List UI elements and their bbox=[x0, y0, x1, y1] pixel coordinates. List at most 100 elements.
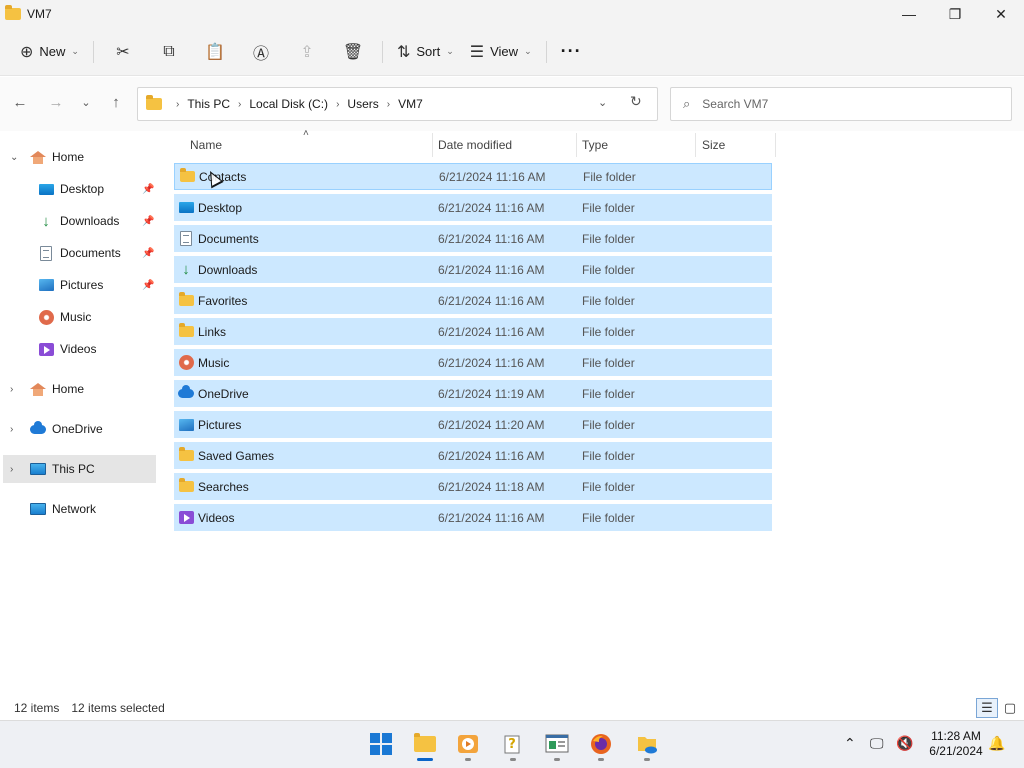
nav-this-pc[interactable]: › This PC bbox=[3, 455, 156, 483]
nav-label: Pictures bbox=[60, 278, 104, 292]
nav-home[interactable]: ⌄ Home bbox=[0, 143, 170, 171]
forward-button[interactable]: → bbox=[44, 90, 68, 114]
column-header-name[interactable]: Name bbox=[190, 131, 430, 159]
large-icons-view-button[interactable]: ▢ bbox=[999, 698, 1021, 718]
close-button[interactable]: ✕ bbox=[978, 0, 1024, 28]
file-date: 6/21/2024 11:16 AM bbox=[438, 355, 545, 370]
arrow-right-icon: → bbox=[48, 93, 64, 111]
file-row[interactable]: Desktop 6/21/2024 11:16 AM File folder bbox=[174, 194, 772, 221]
recent-locations-button[interactable]: ⌄ bbox=[74, 90, 98, 114]
up-button[interactable]: ↑ bbox=[104, 90, 128, 114]
onedrive-icon bbox=[178, 385, 194, 402]
breadcrumb-local-disk[interactable]: Local Disk (C:) bbox=[249, 97, 328, 111]
file-row[interactable]: ↓ Downloads 6/21/2024 11:16 AM File fold… bbox=[174, 256, 772, 283]
file-row[interactable]: OneDrive 6/21/2024 11:19 AM File folder bbox=[174, 380, 772, 407]
delete-button[interactable]: 🗑 bbox=[330, 36, 376, 68]
network-status-icon[interactable]: 🖵 bbox=[870, 735, 884, 752]
column-header-date[interactable]: Date modified bbox=[438, 131, 574, 159]
music-icon bbox=[38, 309, 54, 325]
file-name: Music bbox=[198, 355, 230, 370]
home-icon bbox=[30, 149, 46, 165]
file-date: 6/21/2024 11:16 AM bbox=[438, 510, 545, 525]
scissors-icon: ✂ bbox=[116, 43, 130, 61]
nav-network[interactable]: Network bbox=[0, 495, 160, 523]
more-options-button[interactable]: ··· bbox=[553, 36, 590, 68]
volume-muted-icon[interactable]: 🔇 bbox=[896, 735, 913, 752]
address-bar[interactable]: › This PC › Local Disk (C:) › Users › VM… bbox=[137, 87, 658, 121]
nav-desktop[interactable]: Desktop 📌 bbox=[0, 175, 160, 203]
nav-onedrive[interactable]: › OneDrive bbox=[0, 415, 160, 443]
pin-icon: 📌 bbox=[142, 215, 155, 227]
search-input[interactable]: Search VM7 bbox=[702, 97, 768, 111]
media-player-icon bbox=[458, 735, 478, 753]
taskbar-media-player[interactable] bbox=[452, 728, 484, 761]
nav-music[interactable]: Music bbox=[0, 303, 160, 331]
paste-button[interactable]: 📋 bbox=[192, 36, 238, 68]
back-button[interactable]: ← bbox=[8, 90, 32, 114]
file-type: File folder bbox=[582, 448, 635, 463]
nav-documents[interactable]: Documents 📌 bbox=[0, 239, 160, 267]
file-name: Desktop bbox=[198, 200, 243, 215]
start-button[interactable] bbox=[365, 728, 397, 760]
copy-button[interactable]: ⧉ bbox=[146, 36, 192, 68]
new-button[interactable]: ⊕ New ⌄ bbox=[12, 36, 87, 68]
column-divider[interactable] bbox=[695, 133, 696, 157]
nav-pictures[interactable]: Pictures 📌 bbox=[0, 271, 160, 299]
taskbar-clock[interactable]: 11:28 AM 6/21/2024 bbox=[924, 729, 988, 759]
file-type: File folder bbox=[582, 417, 635, 432]
file-row[interactable]: Links 6/21/2024 11:16 AM File folder bbox=[174, 318, 772, 345]
view-button[interactable]: ☰ View ⌄ bbox=[462, 36, 540, 68]
notification-icon[interactable]: 🔔 bbox=[988, 735, 1005, 752]
svg-text:?: ? bbox=[508, 737, 516, 752]
folder-cloud-icon bbox=[638, 737, 657, 754]
maximize-button[interactable]: ❐ bbox=[932, 0, 978, 28]
refresh-button[interactable]: ↻ bbox=[630, 93, 642, 110]
breadcrumb-vm7[interactable]: VM7 bbox=[398, 97, 423, 111]
chevron-right-icon: › bbox=[10, 383, 14, 395]
nav-label: Network bbox=[52, 502, 97, 516]
nav-downloads[interactable]: ↓ Downloads 📌 bbox=[0, 207, 160, 235]
file-date: 6/21/2024 11:16 AM bbox=[439, 169, 546, 184]
file-row[interactable]: Contacts 6/21/2024 11:16 AM File folder bbox=[174, 163, 772, 190]
search-box[interactable]: ⌕ Search VM7 bbox=[670, 87, 1012, 121]
column-divider[interactable] bbox=[432, 133, 433, 157]
file-type: File folder bbox=[582, 355, 635, 370]
running-indicator bbox=[554, 758, 560, 761]
breadcrumb-this-pc[interactable]: This PC bbox=[187, 97, 230, 111]
taskbar-file-explorer[interactable] bbox=[409, 728, 441, 761]
file-row[interactable]: Music 6/21/2024 11:16 AM File folder bbox=[174, 349, 772, 376]
folder-icon bbox=[178, 292, 194, 309]
file-row[interactable]: Documents 6/21/2024 11:16 AM File folder bbox=[174, 225, 772, 252]
file-name: Searches bbox=[198, 479, 249, 494]
share-button[interactable]: ⇪ bbox=[284, 36, 330, 68]
file-name: Pictures bbox=[198, 417, 242, 432]
sort-button[interactable]: ⇅ Sort ⌄ bbox=[389, 36, 462, 68]
minimize-button[interactable]: — bbox=[886, 0, 932, 28]
nav-home-2[interactable]: › Home bbox=[0, 375, 160, 403]
column-divider[interactable] bbox=[775, 133, 776, 157]
chevron-up-icon[interactable]: ⌃ bbox=[844, 735, 856, 752]
column-divider[interactable] bbox=[576, 133, 577, 157]
taskbar-help-app[interactable]: ? bbox=[497, 728, 529, 761]
breadcrumb-users[interactable]: Users bbox=[347, 97, 378, 111]
taskbar-onedrive-folder[interactable] bbox=[631, 728, 663, 761]
taskbar-firefox[interactable] bbox=[585, 728, 617, 761]
taskbar-remote-desktop[interactable] bbox=[541, 728, 573, 761]
address-history-dropdown[interactable]: ⌄ bbox=[598, 96, 607, 109]
details-view-button[interactable]: ☰ bbox=[976, 698, 998, 718]
file-type: File folder bbox=[582, 510, 635, 525]
file-row[interactable]: Pictures 6/21/2024 11:20 AM File folder bbox=[174, 411, 772, 438]
running-indicator bbox=[510, 758, 516, 761]
file-row[interactable]: Searches 6/21/2024 11:18 AM File folder bbox=[174, 473, 772, 500]
column-header-type[interactable]: Type bbox=[582, 131, 692, 159]
file-row[interactable]: Favorites 6/21/2024 11:16 AM File folder bbox=[174, 287, 772, 314]
nav-videos[interactable]: Videos bbox=[0, 335, 160, 363]
pin-icon: 📌 bbox=[142, 183, 155, 195]
file-row[interactable]: Saved Games 6/21/2024 11:16 AM File fold… bbox=[174, 442, 772, 469]
column-header-size[interactable]: Size bbox=[702, 131, 772, 159]
file-row[interactable]: Videos 6/21/2024 11:16 AM File folder bbox=[174, 504, 772, 531]
network-icon bbox=[30, 501, 46, 517]
nav-label: Music bbox=[60, 310, 92, 324]
cut-button[interactable]: ✂ bbox=[100, 36, 146, 68]
rename-button[interactable]: Ⓐ bbox=[238, 36, 284, 68]
